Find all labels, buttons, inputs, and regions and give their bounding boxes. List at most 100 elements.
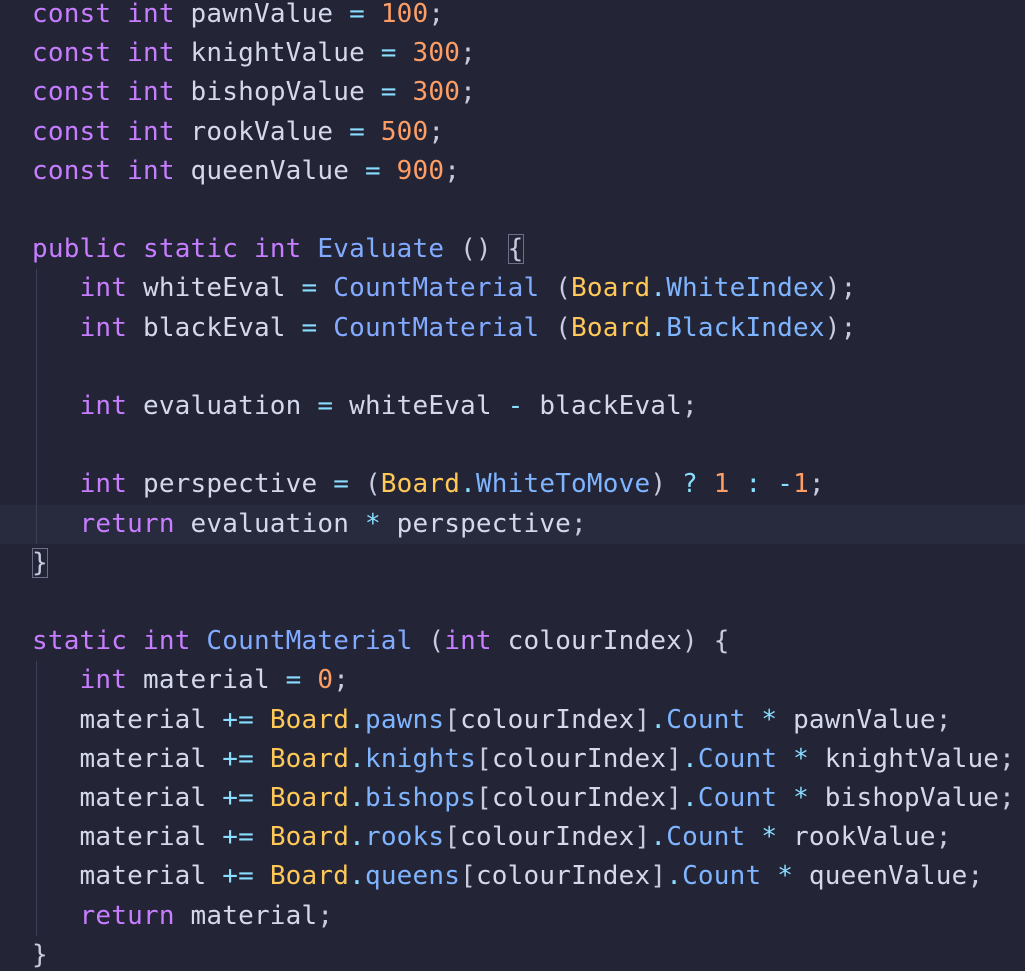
operator-token: * — [793, 743, 809, 774]
operator-token: * — [761, 704, 778, 735]
identifier-token: rookValue — [174, 116, 350, 147]
punctuation-token: ; — [460, 38, 476, 69]
function-name-token: Evaluate — [317, 234, 445, 265]
operator-token: * — [364, 508, 381, 539]
property-token: WhiteIndex — [666, 273, 825, 304]
brace-token: { — [507, 234, 524, 265]
number-token: 900 — [396, 155, 445, 186]
identifier-token — [413, 626, 429, 656]
keyword-token: int — [79, 469, 128, 500]
code-line[interactable]: int material = 0; — [0, 661, 1025, 701]
code-line[interactable]: const int rookValue = 500; — [0, 113, 1025, 152]
keyword-token: const — [32, 38, 112, 69]
function-name-token: CountMaterial — [206, 626, 413, 657]
code-line[interactable]: material += Board.pawns[colourIndex].Cou… — [0, 700, 1025, 740]
identifier-token — [397, 77, 413, 107]
operator-token: . — [682, 783, 698, 813]
code-text: return evaluation * perspective; — [32, 505, 587, 544]
identifier-token: material — [32, 822, 223, 853]
punctuation-token: ; — [444, 155, 461, 186]
code-line[interactable]: } — [0, 936, 1025, 971]
identifier-token — [254, 861, 270, 891]
code-line[interactable]: return evaluation * perspective; — [0, 504, 1025, 544]
identifier-token — [254, 744, 270, 774]
identifier-token: bishopValue — [808, 783, 1000, 813]
operator-token: . — [666, 861, 683, 892]
identifier-token: queenValue — [793, 861, 968, 892]
operator-token: . — [349, 822, 365, 853]
code-line[interactable]: public static int Evaluate () { — [0, 230, 1025, 269]
punctuation-token: ] — [634, 822, 651, 853]
identifier-token — [397, 38, 413, 68]
identifier-token — [349, 469, 365, 499]
identifier-token — [746, 705, 762, 735]
code-text: const int knightValue = 300; — [32, 34, 476, 73]
code-line[interactable]: const int pawnValue = 100; — [0, 0, 1025, 34]
code-line[interactable]: const int queenValue = 900; — [0, 152, 1025, 191]
number-token: 0 — [317, 665, 334, 696]
identifier-token: material — [32, 743, 223, 774]
code-text: } — [32, 544, 48, 583]
code-line[interactable]: int blackEval = CountMaterial (Board.Bla… — [0, 308, 1025, 348]
identifier-token — [698, 469, 714, 499]
code-line[interactable]: int evaluation = whiteEval - blackEval; — [0, 387, 1025, 427]
identifier-token — [191, 626, 207, 656]
code-text: const int bishopValue = 300; — [32, 73, 476, 112]
identifier-token: colourIndex — [491, 743, 667, 774]
code-line[interactable] — [0, 347, 1025, 387]
identifier-token — [730, 469, 746, 499]
code-line[interactable] — [0, 426, 1025, 466]
identifier-token — [254, 705, 270, 735]
identifier-token — [539, 313, 555, 343]
class-name-token: Board — [269, 822, 350, 853]
punctuation-token: [ — [460, 861, 476, 892]
code-editor[interactable]: const int pawnValue = 100; const int knig… — [0, 0, 1025, 971]
punctuation-token: ; — [317, 900, 334, 931]
number-token: 500 — [380, 116, 429, 147]
code-line[interactable]: int whiteEval = CountMaterial (Board.Whi… — [0, 269, 1025, 309]
keyword-token: const — [32, 155, 112, 186]
punctuation-token: ( — [428, 626, 445, 657]
code-text: } — [32, 936, 48, 971]
code-line[interactable]: int perspective = (Board.WhiteToMove) ? … — [0, 465, 1025, 505]
punctuation-token: [ — [444, 822, 461, 853]
identifier-token — [127, 626, 143, 656]
identifier-token: perspective — [127, 469, 334, 500]
code-text: const int queenValue = 900; — [32, 152, 460, 191]
code-line[interactable]: material += Board.queens[colourIndex].Co… — [0, 857, 1025, 897]
operator-token: . — [460, 469, 476, 500]
punctuation-token: ; — [460, 77, 476, 108]
code-line[interactable] — [0, 191, 1025, 230]
code-line[interactable]: material += Board.rooks[colourIndex].Cou… — [0, 818, 1025, 858]
keyword-token: static — [142, 234, 239, 265]
brace-token: } — [32, 547, 48, 578]
code-line[interactable]: material += Board.bishops[colourIndex].C… — [0, 779, 1025, 819]
punctuation-token: ( — [555, 312, 572, 343]
keyword-token: return — [79, 508, 175, 539]
property-token: Count — [666, 822, 746, 853]
punctuation-token: ( — [555, 273, 572, 304]
operator-token: : — [745, 469, 762, 500]
identifier-token: blackEval — [523, 391, 683, 421]
code-line[interactable]: const int bishopValue = 300; — [0, 73, 1025, 112]
operator-token: = — [333, 469, 350, 500]
code-text: return material; — [32, 897, 333, 936]
code-line[interactable]: const int knightValue = 300; — [0, 34, 1025, 73]
punctuation-token: [ — [475, 783, 492, 813]
identifier-token — [32, 901, 80, 931]
code-line[interactable]: material += Board.knights[colourIndex].C… — [0, 739, 1025, 779]
code-line[interactable]: static int CountMaterial (int colourInde… — [0, 622, 1025, 661]
identifier-token — [254, 822, 270, 852]
code-line[interactable]: return material; — [0, 896, 1025, 936]
code-line[interactable] — [0, 583, 1025, 622]
punctuation-token: ; — [682, 391, 698, 421]
identifier-token — [127, 234, 143, 264]
code-line[interactable]: } — [0, 544, 1025, 583]
identifier-token: perspective — [380, 508, 572, 539]
operator-token: . — [650, 312, 667, 343]
punctuation-token: ] — [666, 743, 683, 774]
punctuation-token: ] — [634, 704, 651, 735]
keyword-token: int — [79, 273, 128, 304]
operator-token: . — [650, 704, 667, 735]
operator-token: * — [793, 783, 809, 813]
